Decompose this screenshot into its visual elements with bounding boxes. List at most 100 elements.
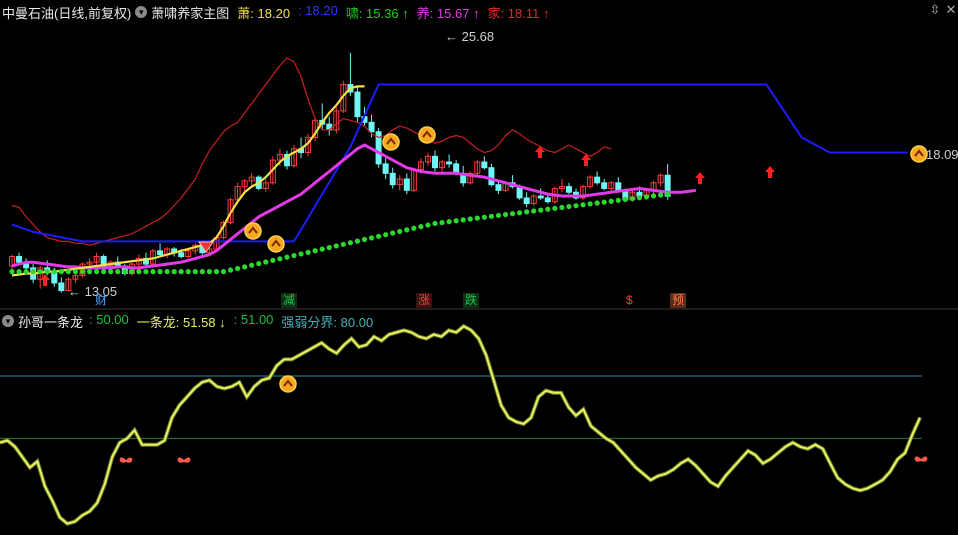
event-tag-2[interactable]: 涨 bbox=[416, 293, 433, 308]
support-dot bbox=[256, 261, 262, 267]
support-dot bbox=[298, 251, 304, 257]
support-dot bbox=[390, 230, 396, 236]
support-dot bbox=[199, 269, 205, 275]
support-dot bbox=[340, 241, 346, 247]
support-dot bbox=[305, 249, 311, 255]
support-dot bbox=[474, 215, 480, 221]
support-dot bbox=[376, 233, 382, 239]
chart-title[interactable]: 中曼石油(日线,前复权) bbox=[2, 3, 131, 22]
event-tag-3[interactable]: 跌 bbox=[463, 293, 480, 308]
main-indicator-value-3: 养: 15.67 ↑ bbox=[416, 5, 480, 21]
last-price-label: 18.09 bbox=[926, 147, 958, 162]
support-dot bbox=[291, 252, 297, 259]
buy-arrow-icon bbox=[695, 172, 705, 184]
indicator-settings-icon[interactable]: ▾ bbox=[135, 6, 148, 18]
support-dot bbox=[23, 269, 29, 275]
support-dot bbox=[72, 269, 79, 275]
main-indicator-name[interactable]: 萧啸养家主图 bbox=[151, 3, 229, 22]
stock-chart-canvas[interactable]: ← 25.68← 13.0518.09 bbox=[0, 0, 958, 535]
support-dot bbox=[608, 198, 614, 204]
signal-coin-icon bbox=[244, 222, 262, 240]
support-dot bbox=[9, 269, 15, 275]
main-indicator-value-0: 萧: 18.20 bbox=[237, 5, 291, 21]
support-dot bbox=[86, 269, 93, 275]
support-dot bbox=[235, 265, 241, 272]
support-dot bbox=[446, 219, 452, 225]
support-dot bbox=[460, 217, 466, 223]
candle-body bbox=[354, 91, 361, 118]
support-dot bbox=[284, 254, 290, 260]
support-dot bbox=[157, 269, 163, 275]
candle-body bbox=[382, 163, 389, 174]
support-dot bbox=[404, 227, 410, 233]
high-price-label: ← 25.68 bbox=[445, 29, 494, 44]
support-dot bbox=[164, 269, 170, 275]
restore-icon[interactable]: ⇳ bbox=[928, 3, 942, 17]
sub-indicator-value-2: : 51.00 bbox=[233, 311, 274, 327]
support-dot bbox=[368, 235, 375, 241]
support-dot bbox=[517, 210, 523, 216]
candle-body bbox=[389, 172, 396, 186]
candle-body bbox=[565, 186, 572, 193]
signal-coin-icon bbox=[267, 235, 285, 253]
candle-body bbox=[481, 161, 488, 169]
support-dot bbox=[418, 224, 424, 230]
support-dot bbox=[129, 269, 135, 275]
dragon-line-shadow bbox=[0, 323, 922, 526]
support-dot bbox=[143, 269, 149, 275]
support-dot bbox=[333, 243, 339, 249]
yang-line bbox=[11, 143, 697, 270]
candle-body bbox=[403, 178, 410, 191]
support-dot bbox=[397, 228, 403, 235]
signal-coin-icon bbox=[279, 375, 297, 393]
support-dot bbox=[643, 194, 650, 200]
support-dot bbox=[573, 203, 579, 209]
support-dot bbox=[115, 269, 121, 275]
support-dot bbox=[411, 225, 417, 231]
event-tag-4[interactable]: $ bbox=[624, 293, 635, 308]
support-dot bbox=[425, 222, 431, 228]
signal-coin-icon bbox=[418, 126, 436, 144]
support-dot bbox=[270, 257, 276, 263]
candle-body bbox=[594, 176, 601, 184]
main-indicator-value-1: : 18.20 bbox=[298, 2, 338, 18]
signal-coin-icon bbox=[382, 133, 400, 151]
butterfly-icon bbox=[119, 457, 133, 463]
main-chart-header: 中曼石油(日线,前复权) ▾ 萧啸养家主图 萧: 18.20: 18.20 啸: … bbox=[0, 2, 958, 22]
signal-coin-icon bbox=[910, 145, 928, 163]
support-dot bbox=[488, 213, 494, 219]
support-dot bbox=[524, 209, 530, 215]
main-price-chart: ← 25.68← 13.0518.09 bbox=[9, 29, 958, 299]
support-dot bbox=[249, 262, 255, 268]
support-dot bbox=[178, 269, 184, 275]
support-dot bbox=[192, 269, 198, 275]
support-dot bbox=[594, 200, 600, 206]
candle-body bbox=[615, 182, 622, 191]
support-dot bbox=[122, 269, 128, 275]
candle-body bbox=[58, 282, 65, 292]
support-dot bbox=[552, 205, 558, 211]
support-dot bbox=[136, 269, 142, 275]
support-dot bbox=[481, 214, 487, 220]
event-tag-0[interactable]: 财 bbox=[93, 293, 109, 308]
support-dot bbox=[636, 195, 643, 201]
support-dot bbox=[206, 269, 212, 275]
support-dot bbox=[150, 269, 156, 275]
support-dot bbox=[171, 269, 177, 275]
support-dot bbox=[361, 236, 368, 243]
event-tag-1[interactable]: 减 bbox=[281, 293, 298, 308]
support-dot bbox=[242, 264, 248, 270]
support-dot bbox=[312, 248, 318, 254]
support-dot bbox=[531, 208, 537, 214]
indicator-settings-icon[interactable]: ▾ bbox=[2, 315, 14, 327]
support-dot bbox=[615, 197, 621, 203]
support-dot bbox=[509, 211, 516, 217]
buy-arrow-icon bbox=[40, 274, 50, 286]
support-dot bbox=[79, 269, 86, 275]
butterfly-icon bbox=[914, 456, 928, 462]
support-dot bbox=[326, 244, 332, 251]
event-tag-5[interactable]: 预 bbox=[670, 293, 687, 308]
sub-indicator-name[interactable]: 孙哥一条龙 bbox=[18, 312, 83, 331]
candle-body bbox=[523, 197, 530, 205]
close-icon[interactable]: ✕ bbox=[944, 3, 958, 17]
